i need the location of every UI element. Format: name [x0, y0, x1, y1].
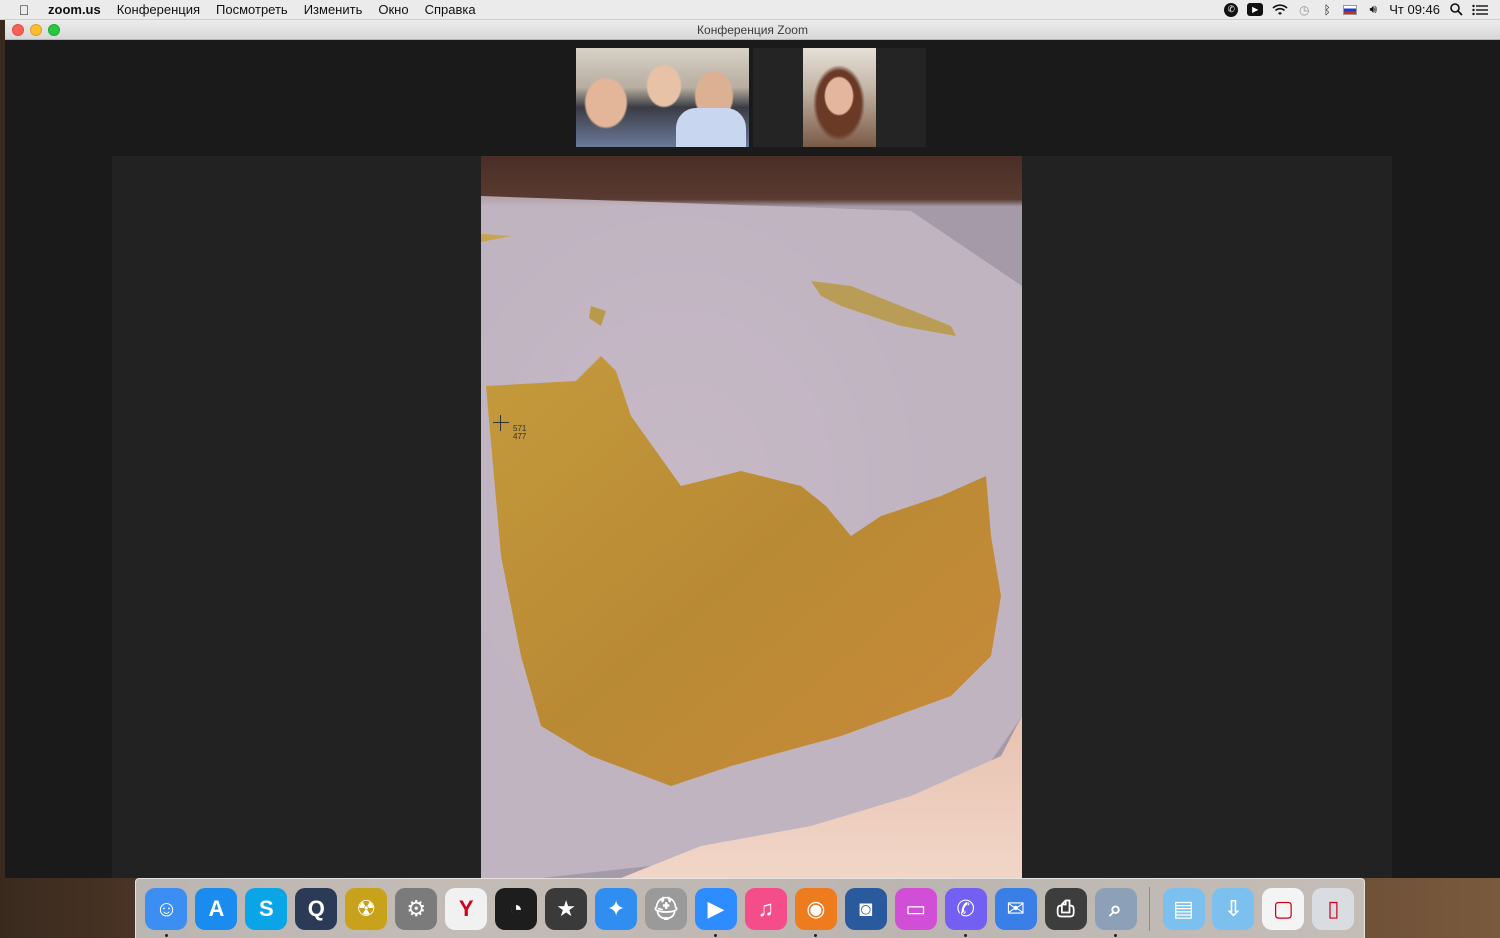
window-titlebar[interactable]: Конференция Zoom — [5, 20, 1500, 40]
dock-item-itunes[interactable]: ♫ — [743, 886, 788, 931]
system-preferences-icon: ⚙ — [395, 887, 438, 930]
dock-item-finder[interactable]: ☺ — [144, 886, 189, 937]
participant-thumbnails — [576, 48, 926, 147]
downloads-folder-icon: ⇩ — [1212, 887, 1255, 930]
notification-center-icon[interactable] — [1472, 2, 1488, 18]
gold-leaf-image — [481, 196, 1022, 878]
running-indicator — [714, 934, 718, 937]
disk-utility-icon: ⛑ — [645, 887, 687, 930]
dock-item-dashboard[interactable]: ◔ — [494, 886, 539, 931]
minimize-button[interactable] — [30, 24, 42, 36]
dock-item-imovie[interactable]: ★ — [544, 886, 589, 931]
apple-icon[interactable]:  — [0, 2, 48, 18]
imac-icon: ▭ — [894, 887, 937, 930]
zoom-icon: ▶ — [694, 887, 737, 930]
menu-bar:  zoom.us Конференция Посмотреть Изменит… — [0, 0, 1500, 20]
yandex-browser-icon: Y — [445, 887, 488, 930]
volume-icon[interactable]: 🔊︎ — [1366, 2, 1380, 18]
dock-item-printer[interactable]: ⎙ — [1043, 886, 1088, 931]
viber-icon[interactable]: ✆ — [1224, 2, 1239, 17]
itunes-icon: ♫ — [744, 887, 787, 930]
documents-folder-icon: ▤ — [1162, 887, 1205, 930]
dock-separator — [1149, 886, 1151, 931]
menu-app-name[interactable]: zoom.us — [48, 2, 109, 17]
menubar-clock[interactable]: Чт 09:46 — [1389, 2, 1440, 17]
viber-icon: ✆ — [944, 887, 987, 930]
traffic-lights — [12, 24, 60, 36]
flag-ru-icon[interactable] — [1343, 4, 1358, 15]
dock-item-imac[interactable]: ▭ — [893, 886, 938, 931]
mail-icon: ✉ — [994, 887, 1037, 930]
camera-icon: ◙ — [844, 887, 887, 930]
finder-icon: ☺ — [145, 887, 188, 930]
menu-edit[interactable]: Изменить — [296, 2, 371, 17]
menu-window[interactable]: Окно — [370, 2, 416, 17]
running-indicator — [165, 934, 168, 937]
zoom-icon[interactable]: ▶ — [1247, 3, 1264, 16]
participant-video-teacher[interactable] — [753, 48, 926, 147]
dashboard-icon: ◔ — [495, 887, 538, 930]
dock: ☺ A S Q ☢ ⚙ Y ◔ ★ ✦ ⛑ ▶ ♫ ◉ ◙ ▭ ✆ ✉ ⎙ ⌕ ▤ ⇩ ▢ ▯ — [135, 878, 1365, 938]
cursor-y: 477 — [513, 432, 527, 441]
teacher-camera-feed — [803, 48, 876, 147]
dock-item-viber[interactable]: ✆ — [943, 886, 988, 937]
crosshair-icon — [493, 415, 509, 431]
printer-icon: ⎙ — [1044, 887, 1087, 930]
dock-item-camera[interactable]: ◙ — [843, 886, 888, 931]
menu-help[interactable]: Справка — [417, 2, 484, 17]
dock-item-documents-folder[interactable]: ▤ — [1161, 886, 1206, 931]
dock-item-safari[interactable]: ✦ — [594, 886, 639, 931]
menu-view[interactable]: Посмотреть — [208, 2, 296, 17]
dock-item-trash[interactable]: ▯ — [1311, 886, 1356, 931]
close-button[interactable] — [12, 24, 24, 36]
trash-icon: ▯ — [1312, 887, 1355, 930]
quicktime-icon: Q — [295, 887, 338, 930]
cursor-coordinates: 571 477 — [513, 425, 526, 441]
spotlight-icon[interactable] — [1449, 2, 1463, 18]
shared-video-stage: 571 477 — [112, 156, 1392, 878]
dock-item-zoom[interactable]: ▶ — [693, 886, 738, 937]
dock-item-app-store[interactable]: A — [194, 886, 239, 931]
running-indicator — [1114, 934, 1118, 937]
running-indicator — [964, 934, 968, 937]
maximize-button[interactable] — [48, 24, 60, 36]
status-area: ✆ ▶ ◷ ᛒ 🔊︎ Чт 09:46 — [1224, 2, 1500, 18]
skype-icon: S — [245, 887, 288, 930]
radiation-app-icon: ☢ — [345, 887, 388, 930]
dock-item-firefox[interactable]: ◉ — [793, 886, 838, 937]
dock-item-radiation-app[interactable]: ☢ — [344, 886, 389, 931]
firefox-icon: ◉ — [794, 887, 837, 930]
student-shirt — [676, 108, 746, 147]
wifi-icon[interactable] — [1272, 2, 1288, 18]
active-speaker-video[interactable]: 571 477 — [481, 156, 1022, 878]
dock-item-yandex-browser[interactable]: Y — [444, 886, 489, 931]
dock-item-firefox-download[interactable]: ▢ — [1261, 886, 1306, 931]
dock-item-mail[interactable]: ✉ — [993, 886, 1038, 931]
dock-item-quicktime[interactable]: Q — [294, 886, 339, 931]
running-indicator — [814, 934, 818, 937]
firefox-download-icon: ▢ — [1262, 887, 1305, 930]
dock-item-disk-utility[interactable]: ⛑ — [644, 886, 689, 931]
zoom-window: Конференция Zoom 571 477 — [5, 20, 1500, 878]
time-machine-icon[interactable]: ◷ — [1297, 2, 1311, 18]
dock-item-preview[interactable]: ⌕ — [1093, 886, 1138, 937]
dock-item-downloads-folder[interactable]: ⇩ — [1211, 886, 1256, 931]
dock-item-system-preferences[interactable]: ⚙ — [394, 886, 439, 931]
bluetooth-icon[interactable]: ᛒ — [1320, 2, 1334, 18]
window-title: Конференция Zoom — [697, 22, 808, 37]
participant-video-students[interactable] — [576, 48, 749, 147]
preview-icon: ⌕ — [1094, 887, 1137, 930]
dock-item-skype[interactable]: S — [244, 886, 289, 931]
app-store-icon: A — [195, 887, 238, 930]
imovie-icon: ★ — [545, 887, 588, 930]
safari-icon: ✦ — [595, 887, 638, 930]
menu-conference[interactable]: Конференция — [109, 2, 208, 17]
